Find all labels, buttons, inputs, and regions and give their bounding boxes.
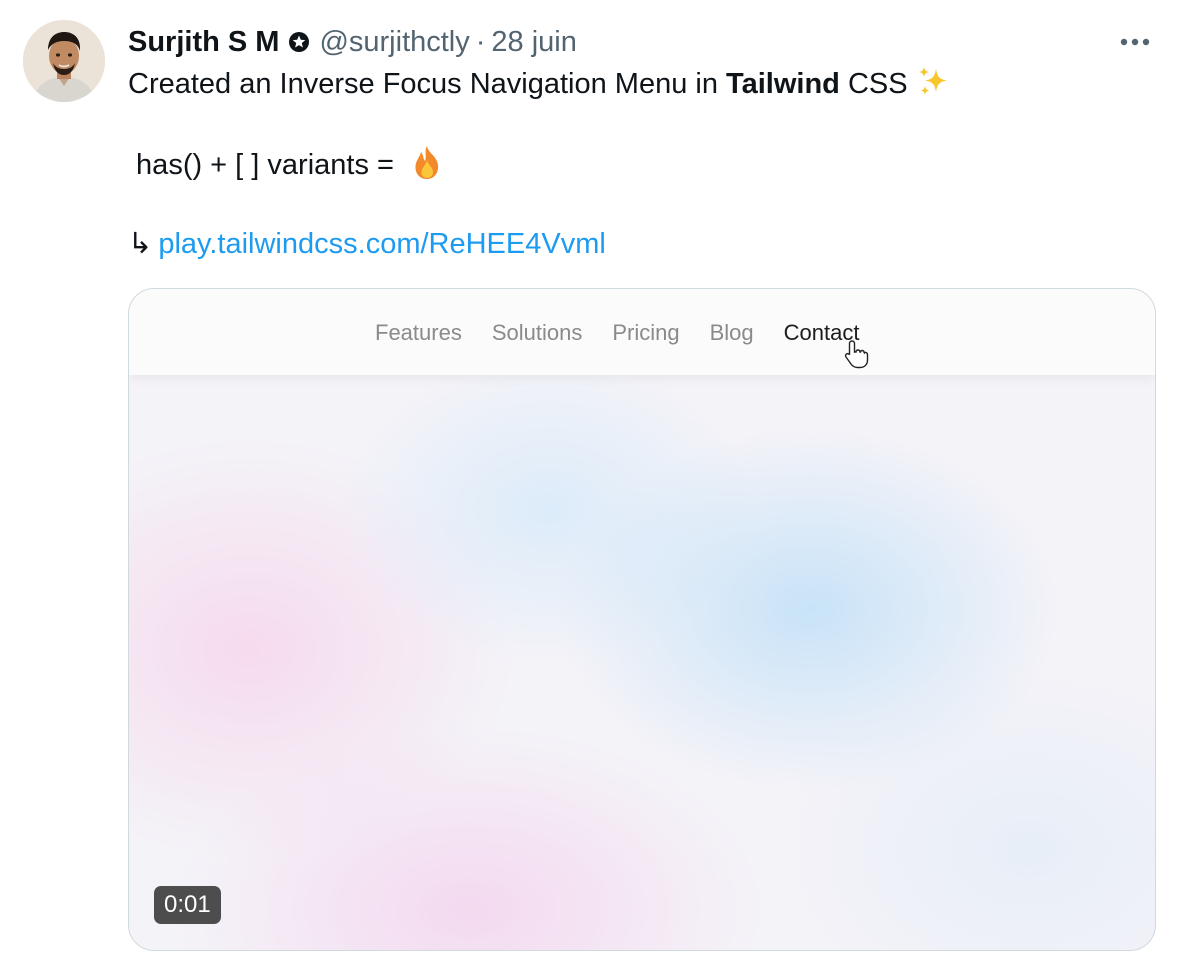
tweet-header: Surjith S M @surjithctly · 28 juin (128, 22, 577, 62)
author-name[interactable]: Surjith S M (128, 22, 279, 62)
tweet[interactable]: Surjith S M @surjithctly · 28 juin Creat… (0, 0, 1182, 970)
video-navbar: Features Solutions Pricing Blog Contact (129, 289, 1155, 375)
nav-item-pricing: Pricing (612, 320, 680, 345)
avatar[interactable] (23, 20, 105, 102)
header-separator: · (475, 26, 486, 58)
tweet-line-1: Created an Inverse Focus Navigation Menu… (128, 64, 1158, 104)
more-options-button[interactable] (1115, 24, 1155, 60)
nav-item-solutions: Solutions (491, 320, 583, 345)
author-handle[interactable]: @surjithctly (319, 22, 469, 62)
tweet-text: Created an Inverse Focus Navigation Menu… (128, 64, 1158, 264)
nav-item-features: Features (375, 320, 462, 345)
tweet-link[interactable]: play.tailwindcss.com/ReHEE4Vvml (158, 228, 606, 260)
video-card[interactable]: Features Solutions Pricing Blog Contact … (128, 288, 1156, 951)
tweet-line-3: ↳ play.tailwindcss.com/ReHEE4Vvml (128, 224, 1158, 264)
hand-pointer-icon (844, 340, 869, 369)
return-arrow-icon: ↳ (128, 228, 153, 260)
tweet-blank-line-2 (128, 184, 1158, 224)
tweet-line-2: has() + [ ] variants = (128, 144, 1158, 184)
avatar-image (23, 20, 105, 102)
tweet-line-1-suffix: CSS (839, 68, 908, 100)
video-nav-items: Features Solutions Pricing Blog Contact (375, 317, 859, 349)
more-options-icon (1120, 38, 1150, 46)
fire-emoji-icon (410, 144, 444, 191)
nav-item-blog: Blog (709, 320, 754, 345)
tweet-line-2-text: has() + [ ] variants = (128, 149, 402, 181)
video-timestamp: 0:01 (154, 886, 221, 924)
tweet-line-1-prefix: Created an Inverse Focus Navigation Menu… (128, 68, 727, 100)
tweet-line-1-bold: Tailwind (726, 68, 840, 100)
verified-badge-icon (287, 30, 311, 54)
tweet-date[interactable]: 28 juin (491, 22, 576, 62)
sparkles-emoji-icon (916, 65, 950, 110)
